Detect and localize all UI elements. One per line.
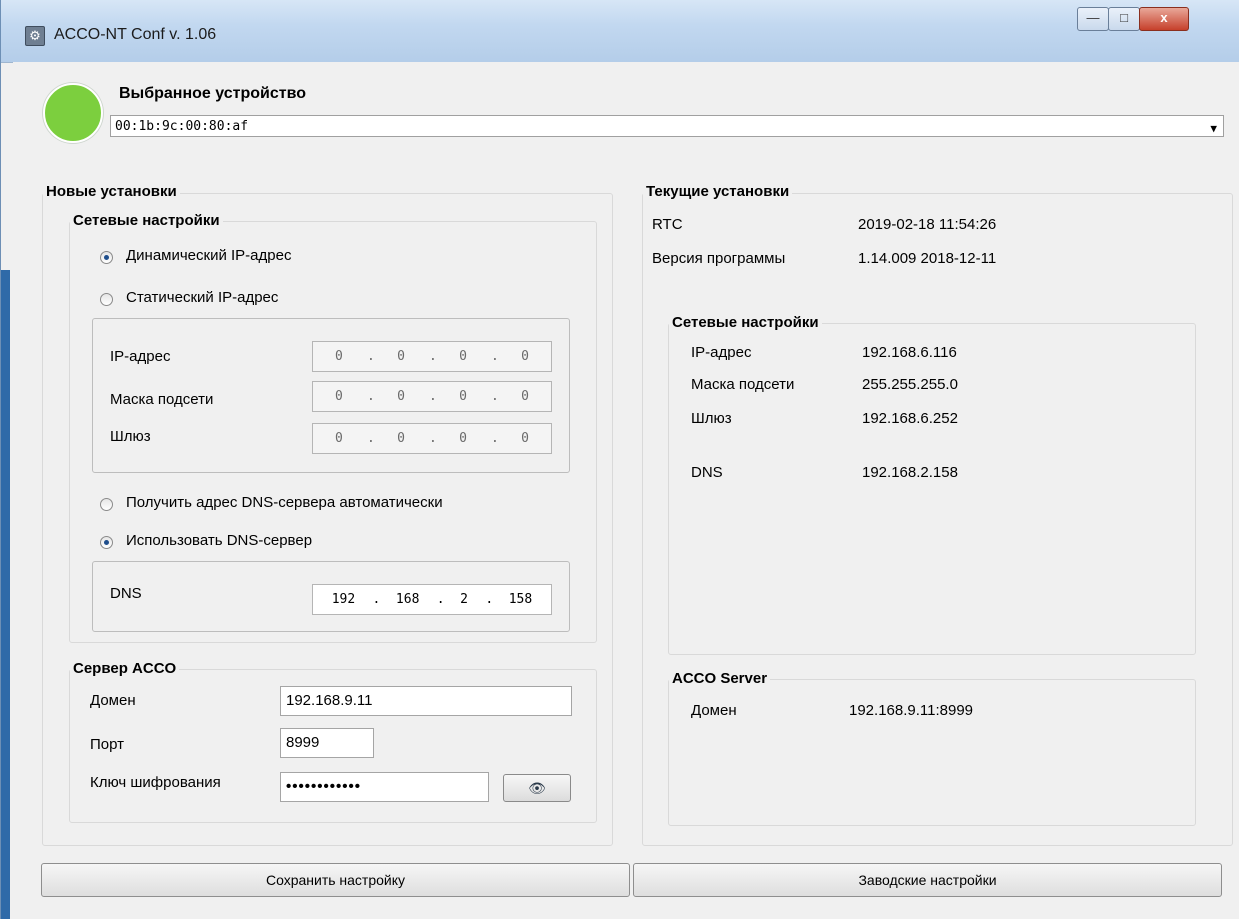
dns-manual-radio[interactable] (100, 536, 113, 549)
close-button[interactable]: x (1139, 7, 1189, 31)
firmware-version-label: Версия программы (652, 250, 786, 267)
selected-device-label: Выбранное устройство (119, 85, 306, 102)
gateway-label: Шлюз (110, 428, 151, 445)
static-ip-radio[interactable] (100, 293, 113, 306)
current-mask-value: 255.255.255.0 (862, 376, 958, 393)
subnet-mask-input[interactable]: 0.0.0.0 (312, 381, 552, 412)
current-gateway-value: 192.168.6.252 (862, 410, 958, 427)
current-settings-title: Текущие установки (643, 183, 793, 201)
new-acco-server-group: Сервер ACCO Домен 192.168.9.11 Порт 8999… (69, 660, 597, 823)
maximize-button[interactable]: □ (1108, 7, 1140, 31)
port-input[interactable]: 8999 (280, 728, 374, 758)
new-network-title: Сетевые настройки (70, 212, 223, 230)
app-window: ⚙ ACCO-NT Conf v. 1.06 — □ x Выбранное у… (0, 0, 1239, 919)
save-settings-button[interactable]: Сохранить настройку (41, 863, 630, 897)
gateway-input[interactable]: 0.0.0.0 (312, 423, 552, 454)
current-domain-value: 192.168.9.11:8999 (849, 702, 974, 719)
domain-label: Домен (90, 692, 136, 709)
show-key-button[interactable]: 👁 (503, 774, 571, 802)
static-ip-label[interactable]: Статический IP-адрес (126, 289, 278, 306)
device-select[interactable]: 00:1b:9c:00:80:af ▼ (110, 115, 1224, 137)
desktop-background (1, 270, 10, 919)
dynamic-ip-label[interactable]: Динамический IP-адрес (126, 247, 291, 264)
dns-auto-radio[interactable] (100, 498, 113, 511)
rtc-value: 2019-02-18 11:54:26 (858, 216, 997, 233)
rtc-label: RTC (652, 216, 683, 233)
current-domain-label: Домен (691, 702, 737, 719)
dns-fields: DNS 192. 168. 2. 158 (92, 561, 570, 632)
current-gateway-label: Шлюз (691, 410, 732, 427)
dynamic-ip-radio[interactable] (100, 251, 113, 264)
dns-manual-label[interactable]: Использовать DNS-сервер (126, 532, 312, 549)
device-select-value: 00:1b:9c:00:80:af (115, 119, 249, 134)
dns-auto-label[interactable]: Получить адрес DNS-сервера автоматически (126, 494, 443, 511)
new-network-group: Сетевые настройки Динамический IP-адрес … (69, 212, 597, 643)
encryption-key-label: Ключ шифрования (90, 774, 221, 791)
firmware-version-value: 1.14.009 2018-12-11 (858, 250, 997, 267)
device-status-indicator (43, 83, 103, 143)
dns-label: DNS (110, 585, 142, 602)
current-acco-server-title: ACCO Server (669, 670, 771, 688)
current-dns-label: DNS (691, 464, 723, 481)
minimize-button[interactable]: — (1077, 7, 1109, 31)
static-ip-fields: IP-адрес 0.0.0.0 Маска подсети 0.0.0.0 Ш… (92, 318, 570, 473)
new-settings-title: Новые установки (43, 183, 180, 201)
current-mask-label: Маска подсети (691, 376, 795, 393)
current-settings-group: Текущие установки RTC 2019-02-18 11:54:2… (642, 183, 1233, 846)
domain-input[interactable]: 192.168.9.11 (280, 686, 572, 716)
current-acco-server-group: ACCO Server Домен 192.168.9.11:8999 (668, 670, 1196, 826)
current-ip-value: 192.168.6.116 (862, 344, 957, 361)
current-ip-label: IP-адрес (691, 344, 752, 361)
encryption-key-input[interactable]: •••••••••••• (280, 772, 489, 802)
new-settings-group: Новые установки Сетевые настройки Динами… (42, 183, 613, 846)
subnet-mask-label: Маска подсети (110, 391, 214, 408)
chevron-down-icon[interactable]: ▼ (1210, 118, 1217, 140)
ip-address-input[interactable]: 0.0.0.0 (312, 341, 552, 372)
gear-icon: ⚙ (25, 26, 45, 46)
window-title: ACCO-NT Conf v. 1.06 (54, 26, 217, 43)
factory-settings-button[interactable]: Заводские настройки (633, 863, 1222, 897)
ip-address-label: IP-адрес (110, 348, 171, 365)
dns-input[interactable]: 192. 168. 2. 158 (312, 584, 552, 615)
port-label: Порт (90, 736, 125, 753)
window-content: Выбранное устройство 00:1b:9c:00:80:af ▼… (13, 62, 1239, 919)
eye-icon: 👁 (528, 780, 546, 796)
current-network-group: Сетевые настройки IP-адрес 192.168.6.116… (668, 314, 1196, 655)
new-acco-server-title: Сервер ACCO (70, 660, 180, 678)
current-dns-value: 192.168.2.158 (862, 464, 958, 481)
current-network-title: Сетевые настройки (669, 314, 822, 332)
title-bar[interactable]: ⚙ ACCO-NT Conf v. 1.06 — □ x (1, 0, 1239, 63)
